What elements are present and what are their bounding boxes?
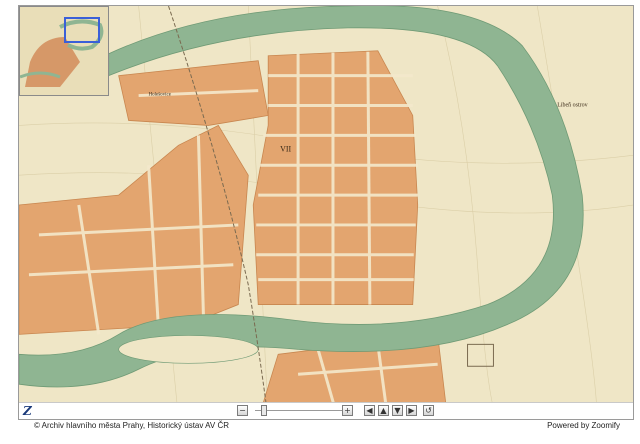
zoom-out-button[interactable]: − xyxy=(237,405,248,416)
pan-right-button[interactable]: ▶ xyxy=(406,405,417,416)
attribution-text: © Archiv hlavního města Prahy, Historick… xyxy=(34,421,229,430)
zoom-slider-track[interactable] xyxy=(255,410,349,411)
navigator-viewport-frame[interactable] xyxy=(64,17,100,43)
map-viewer[interactable]: VII Libeň ostrov Holešovice Z − + ◀ ▲ ▼ … xyxy=(18,5,634,420)
zoom-in-button[interactable]: + xyxy=(342,405,353,416)
river-island xyxy=(118,335,259,364)
pan-left-button[interactable]: ◀ xyxy=(364,405,375,416)
zoomify-toolbar: Z − + ◀ ▲ ▼ ▶ ↺ xyxy=(19,402,633,419)
historic-map-canvas[interactable]: VII Libeň ostrov Holešovice xyxy=(19,6,633,419)
zoomify-z-icon[interactable]: Z xyxy=(23,404,35,418)
powered-by-link[interactable]: Powered by Zoomify xyxy=(547,421,620,430)
pan-up-button[interactable]: ▲ xyxy=(378,405,389,416)
libensky-label: Libeň ostrov xyxy=(557,103,587,109)
reset-view-button[interactable]: ↺ xyxy=(423,405,434,416)
zoom-slider-thumb[interactable] xyxy=(261,405,268,416)
holesovice-label: Holešovice xyxy=(149,93,172,98)
district-label: VII xyxy=(280,144,291,153)
overview-navigator[interactable] xyxy=(19,6,109,96)
built-district-vii xyxy=(252,50,419,305)
pan-down-button[interactable]: ▼ xyxy=(392,405,403,416)
